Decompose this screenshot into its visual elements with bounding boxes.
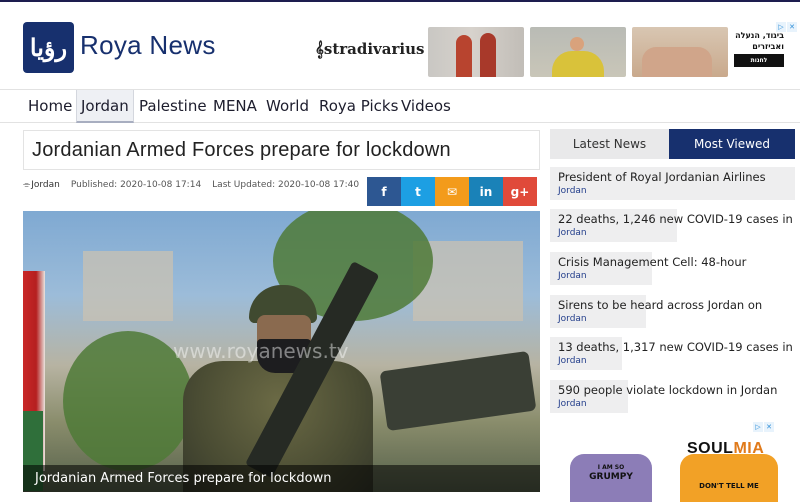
header-ad-banner[interactable]: 𝄞stradivarius ביגוד, הנעלה ואביזרים לחנו…: [310, 22, 798, 80]
google-plus-share-button[interactable]: g+: [503, 177, 537, 206]
ad-brand-name: 𝄞stradivarius: [315, 40, 425, 58]
news-title: 13 deaths, 1,317 new COVID-19 cases in: [558, 340, 793, 354]
shirt-small-text: I AM SO: [597, 464, 625, 471]
list-item[interactable]: Sirens to be heard across Jordan on Jord…: [550, 295, 762, 328]
linkedin-icon: in: [479, 184, 493, 199]
top-accent-line: [0, 0, 800, 2]
article-title: Jordanian Armed Forces prepare for lockd…: [32, 139, 451, 161]
news-title: Crisis Management Cell: 48-hour: [558, 255, 747, 269]
linkedin-share-button[interactable]: in: [469, 177, 503, 206]
ad-photo-models-1: [428, 27, 524, 77]
ad-photo-model-2: [530, 27, 626, 77]
tab-most-viewed[interactable]: Most Viewed: [669, 129, 795, 159]
news-title: President of Royal Jordanian Airlines: [558, 170, 766, 184]
news-category: Jordan: [558, 356, 587, 366]
sidebar-tabs: Latest News Most Viewed: [550, 129, 795, 159]
ad-shirt-purple: I AM SO GRUMPY: [570, 454, 652, 502]
shirt-text: DON'T TELL ME: [699, 482, 759, 490]
tab-latest-news[interactable]: Latest News: [550, 129, 669, 159]
published-date: Published: 2020-10-08 17:14: [70, 180, 202, 190]
ad-photo-model-3: [632, 27, 728, 77]
article-meta: ⌯ Jordan Published: 2020-10-08 17:14 Las…: [23, 178, 359, 192]
nav-item-home[interactable]: Home: [24, 90, 76, 123]
nav-item-roya-picks[interactable]: Roya Picks: [315, 90, 402, 123]
list-item[interactable]: President of Royal Jordanian Airlines Jo…: [550, 167, 795, 200]
list-item[interactable]: Crisis Management Cell: 48-hour Jordan: [550, 252, 746, 285]
nav-item-mena[interactable]: MENA: [209, 90, 261, 123]
ad-shop-button[interactable]: לחנות: [734, 54, 784, 67]
logo-text: رؤيا: [29, 33, 68, 62]
nav-item-palestine[interactable]: Palestine: [135, 90, 211, 123]
adchoices-icon[interactable]: ▷: [776, 22, 786, 32]
image-watermark: www.royanews.tv: [173, 339, 349, 363]
news-title: Sirens to be heard across Jordan on: [558, 298, 763, 312]
news-category: Jordan: [558, 314, 587, 324]
nav-item-jordan[interactable]: Jordan: [76, 90, 134, 123]
sidebar-ad[interactable]: ▷ ✕ SOULMIA I AM SO GRUMPY DON'T TELL ME: [550, 418, 795, 502]
news-category: Jordan: [558, 271, 587, 281]
news-title: 590 people violate lockdown in Jordan: [558, 383, 778, 397]
site-brand-name[interactable]: Roya News: [80, 30, 216, 61]
ad-close-icon[interactable]: ✕: [787, 22, 797, 32]
email-share-button[interactable]: ✉: [435, 177, 469, 206]
list-item[interactable]: 13 deaths, 1,317 new COVID-19 cases in J…: [550, 337, 793, 370]
facebook-icon: f: [381, 184, 387, 199]
main-nav: Home Jordan Palestine MENA World Roya Pi…: [0, 89, 800, 123]
twitter-share-button[interactable]: t: [401, 177, 435, 206]
list-item[interactable]: 590 people violate lockdown in Jordan Jo…: [550, 380, 777, 413]
list-item[interactable]: 22 deaths, 1,246 new COVID-19 cases in J…: [550, 209, 793, 242]
twitter-icon: t: [415, 184, 421, 199]
site-logo[interactable]: رؤيا: [23, 22, 74, 73]
news-category: Jordan: [558, 228, 587, 238]
article-hero-image[interactable]: www.royanews.tv Jordanian Armed Forces p…: [23, 211, 540, 492]
article-category-link[interactable]: Jordan: [31, 180, 60, 190]
adchoices-icon[interactable]: ▷: [753, 422, 763, 432]
tag-icon: ⌯: [23, 180, 31, 190]
google-plus-icon: g+: [510, 184, 530, 199]
nav-item-world[interactable]: World: [262, 90, 313, 123]
news-category: Jordan: [558, 186, 587, 196]
image-caption: Jordanian Armed Forces prepare for lockd…: [23, 465, 540, 492]
nav-item-videos[interactable]: Videos: [397, 90, 455, 123]
ad-hebrew-text: ביגוד, הנעלה ואביזרים לחנות: [734, 30, 784, 67]
ad-close-icon[interactable]: ✕: [764, 422, 774, 432]
bg-building: [83, 251, 173, 321]
email-icon: ✉: [446, 184, 458, 199]
news-category: Jordan: [558, 399, 587, 409]
updated-date: Last Updated: 2020-10-08 17:40: [212, 180, 360, 190]
ad-shirt-orange: DON'T TELL ME: [680, 454, 778, 502]
article-title-box: Jordanian Armed Forces prepare for lockd…: [23, 130, 540, 170]
facebook-share-button[interactable]: f: [367, 177, 401, 206]
news-title: 22 deaths, 1,246 new COVID-19 cases in: [558, 212, 793, 226]
machine-gun-body: [379, 350, 537, 432]
shirt-text: GRUMPY: [589, 472, 633, 482]
